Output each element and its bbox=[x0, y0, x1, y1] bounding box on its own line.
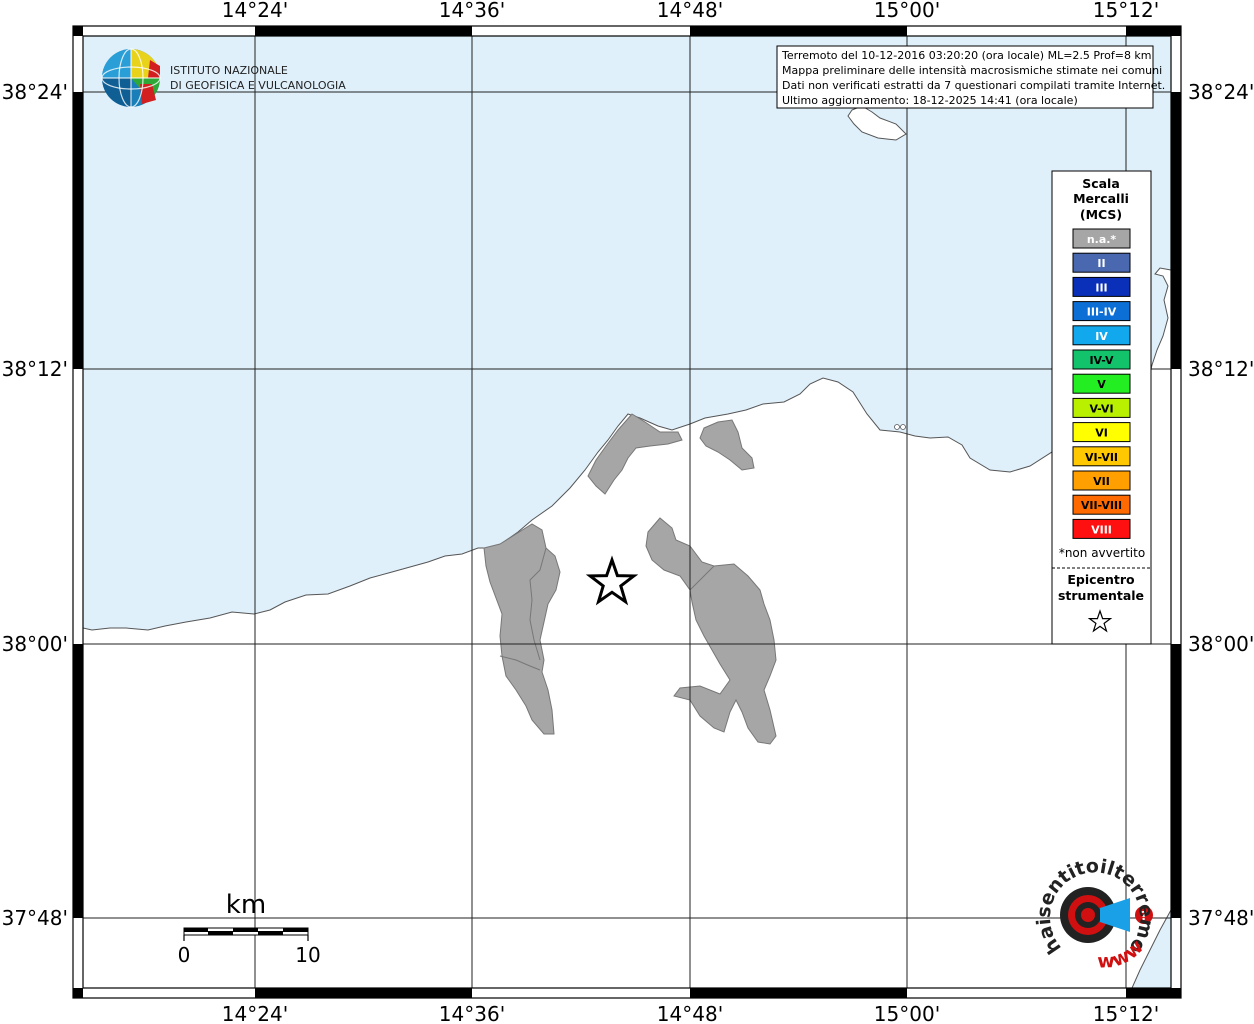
scale-start-label: 0 bbox=[178, 943, 191, 967]
legend-class-label: IV bbox=[1095, 330, 1108, 343]
lat-label-right: 38°00' bbox=[1188, 632, 1254, 656]
legend-class-label: VIII bbox=[1091, 523, 1112, 536]
legend-class-label: III-IV bbox=[1087, 306, 1117, 319]
lat-label-right: 37°48' bbox=[1188, 906, 1254, 930]
legend-not-felt-note: *non avvertito bbox=[1059, 546, 1145, 560]
event-info-line1: Terremoto del 10-12-2016 03:20:20 (ora l… bbox=[781, 49, 1152, 62]
legend-class-label: III bbox=[1095, 281, 1107, 294]
legend-title-line2: Mercalli bbox=[1073, 191, 1129, 206]
legend-class-label: VII-VIII bbox=[1081, 499, 1122, 512]
islet-shape bbox=[900, 424, 906, 430]
lon-label-bottom: 14°48' bbox=[657, 1002, 723, 1024]
islet-shape bbox=[894, 424, 900, 430]
lon-label-top: 14°24' bbox=[222, 0, 288, 22]
lon-label-bottom: 14°36' bbox=[439, 1002, 505, 1024]
scale-end-label: 10 bbox=[295, 943, 320, 967]
legend-epicenter-line1: Epicentro bbox=[1067, 572, 1135, 587]
event-info-line2: Mappa preliminare delle intensità macros… bbox=[782, 64, 1162, 77]
lat-label-left: 38°24' bbox=[2, 80, 68, 104]
event-info-box: Terremoto del 10-12-2016 03:20:20 (ora l… bbox=[776, 45, 1165, 109]
globe-icon bbox=[101, 48, 161, 108]
lon-label-bottom: 15°12' bbox=[1093, 1002, 1159, 1024]
lat-label-right: 38°24' bbox=[1188, 80, 1254, 104]
legend-title-line3: (MCS) bbox=[1080, 207, 1122, 222]
legend-class-label: VII bbox=[1093, 475, 1110, 488]
lon-label-bottom: 15°00' bbox=[874, 1002, 940, 1024]
legend-class-label: n.a.* bbox=[1087, 233, 1117, 246]
legend-class-label: V-VI bbox=[1089, 402, 1113, 415]
legend-epicenter-line2: strumentale bbox=[1058, 588, 1144, 603]
lon-label-top: 15°12' bbox=[1093, 0, 1159, 22]
lon-label-top: 14°48' bbox=[657, 0, 723, 22]
lat-label-left: 38°12' bbox=[2, 357, 68, 381]
event-info-line3: Dati non verificati estratti da 7 questi… bbox=[782, 79, 1165, 92]
lon-label-bottom: 14°24' bbox=[222, 1002, 288, 1024]
lat-label-left: 37°48' bbox=[2, 906, 68, 930]
legend-class-label: VI bbox=[1095, 427, 1108, 440]
lon-label-top: 15°00' bbox=[874, 0, 940, 22]
lon-label-top: 14°36' bbox=[439, 0, 505, 22]
intensity-legend: Scala Mercalli (MCS) n.a.*IIIIIIII-IVIVI… bbox=[1051, 170, 1152, 645]
legend-class-label: IV-V bbox=[1089, 354, 1114, 367]
legend-title-line1: Scala bbox=[1082, 176, 1120, 191]
legend-class-label: V bbox=[1097, 378, 1106, 391]
legend-class-label: II bbox=[1097, 257, 1105, 270]
lat-label-left: 38°00' bbox=[2, 632, 68, 656]
scale-unit-label: km bbox=[226, 890, 266, 920]
macroseismic-map: 14°24' 14°36' 14°48' 15°00' 15°12' 14°24… bbox=[0, 0, 1254, 1024]
ingv-name-line2: DI GEOFISICA E VULCANOLOGIA bbox=[170, 79, 346, 92]
lat-label-right: 38°12' bbox=[1188, 357, 1254, 381]
event-info-line4: Ultimo aggiornamento: 18-12-2025 14:41 (… bbox=[782, 94, 1078, 107]
ingv-name-line1: ISTITUTO NAZIONALE bbox=[170, 64, 288, 77]
map-canvas: 14°24' 14°36' 14°48' 15°00' 15°12' 14°24… bbox=[0, 0, 1254, 1024]
legend-class-label: VI-VII bbox=[1085, 451, 1118, 464]
